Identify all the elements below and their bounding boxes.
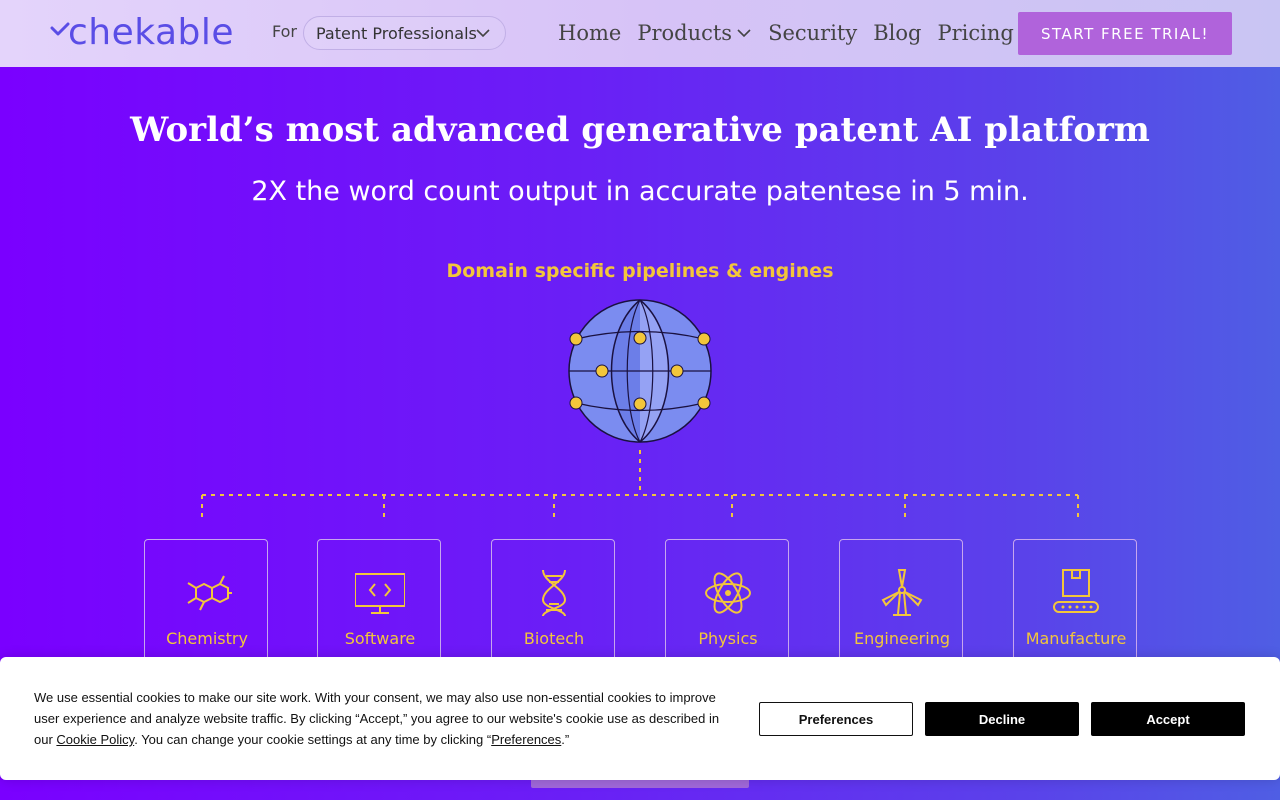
chevron-down-icon (737, 29, 751, 38)
cookie-preferences-link[interactable]: Preferences (491, 732, 561, 747)
atom-icon (705, 572, 751, 614)
chekable-logo[interactable]: chekable (50, 12, 234, 54)
start-free-trial-button[interactable]: START FREE TRIAL! (1018, 12, 1232, 55)
domain-card-engineering[interactable]: Engineering (839, 539, 963, 669)
domain-card-chemistry[interactable]: Chemistry (144, 539, 268, 669)
domain-card-manufacture[interactable]: Manufacture (1013, 539, 1137, 669)
pipeline-connector-lines (201, 450, 1079, 522)
main-nav: Home Products Security Blog Pricing (558, 17, 1030, 49)
wind-turbine-icon (881, 569, 923, 616)
domain-label: Physics (698, 629, 758, 648)
audience-select[interactable]: Patent Professionals (303, 16, 506, 50)
chevron-down-icon (476, 29, 490, 38)
audience-selected-value: Patent Professionals (316, 23, 477, 43)
code-monitor-icon (355, 573, 405, 614)
checkmark-icon (50, 22, 70, 36)
for-label: For (272, 22, 297, 41)
cookie-accept-button[interactable]: Accept (1091, 702, 1245, 736)
cookie-preferences-button[interactable]: Preferences (759, 702, 913, 736)
logo-text: chekable (68, 12, 235, 53)
domain-label: Biotech (523, 629, 585, 648)
hero-title: World’s most advanced generative patent … (130, 110, 1150, 150)
nav-blog[interactable]: Blog (873, 21, 921, 45)
dna-icon (541, 569, 567, 617)
domain-label: Chemistry (166, 629, 248, 648)
cookie-decline-button[interactable]: Decline (925, 702, 1079, 736)
molecule-icon (187, 575, 232, 611)
site-header: chekable For Patent Professionals Home P… (0, 0, 1280, 67)
nav-pricing[interactable]: Pricing (937, 21, 1013, 45)
domain-label: Software (344, 629, 416, 648)
hero-subtitle: 2X the word count output in accurate pat… (251, 176, 1029, 207)
cookie-banner: We use essential cookies to make our sit… (0, 657, 1280, 780)
domain-card-software[interactable]: Software (317, 539, 441, 669)
pipeline-title: Domain specific pipelines & engines (446, 260, 834, 282)
domain-label: Manufacture (1025, 629, 1127, 648)
nav-products[interactable]: Products (637, 21, 752, 45)
globe-network-icon (568, 299, 712, 443)
domain-card-physics[interactable]: Physics (665, 539, 789, 669)
conveyor-box-icon (1053, 569, 1099, 613)
cookie-message: We use essential cookies to make our sit… (34, 687, 734, 750)
cookie-text-part-3: .” (561, 732, 570, 747)
domain-card-biotech[interactable]: Biotech (491, 539, 615, 669)
nav-security[interactable]: Security (768, 21, 857, 45)
nav-products-label: Products (637, 21, 733, 45)
nav-home[interactable]: Home (558, 21, 621, 45)
cookie-text-part-2: . You can change your cookie settings at… (134, 732, 492, 747)
cookie-policy-link[interactable]: Cookie Policy (56, 732, 134, 747)
domain-label: Engineering (854, 629, 950, 648)
